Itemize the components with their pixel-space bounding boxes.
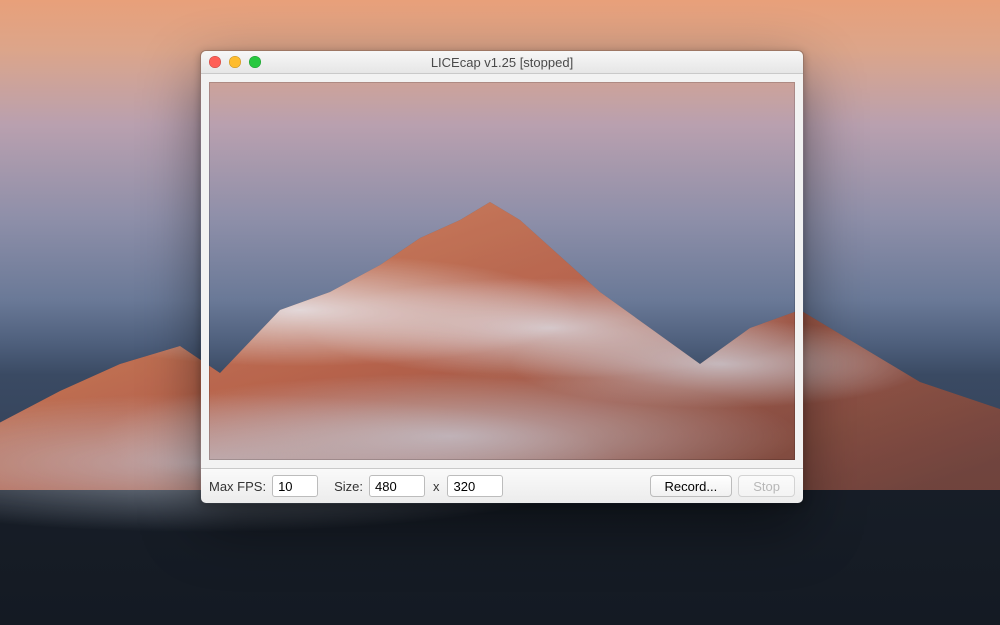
window-title: LICEcap v1.25 [stopped] xyxy=(201,55,803,70)
capture-viewport[interactable] xyxy=(201,74,803,468)
size-height-input[interactable] xyxy=(447,475,503,497)
stop-button[interactable]: Stop xyxy=(738,475,795,497)
titlebar[interactable]: LICEcap v1.25 [stopped] xyxy=(201,51,803,74)
size-width-input[interactable] xyxy=(369,475,425,497)
max-fps-input[interactable] xyxy=(272,475,318,497)
window-controls xyxy=(209,51,261,73)
bottom-toolbar: Max FPS: Size: x Record... Stop xyxy=(201,468,803,503)
max-fps-label: Max FPS: xyxy=(209,479,266,494)
size-label: Size: xyxy=(334,479,363,494)
minimize-icon[interactable] xyxy=(229,56,241,68)
close-icon[interactable] xyxy=(209,56,221,68)
record-button[interactable]: Record... xyxy=(650,475,733,497)
capture-frame-border xyxy=(207,80,797,462)
size-separator: x xyxy=(431,479,442,494)
zoom-icon[interactable] xyxy=(249,56,261,68)
licecap-window[interactable]: LICEcap v1.25 [stopped] Max FPS: Size: x… xyxy=(200,50,804,504)
